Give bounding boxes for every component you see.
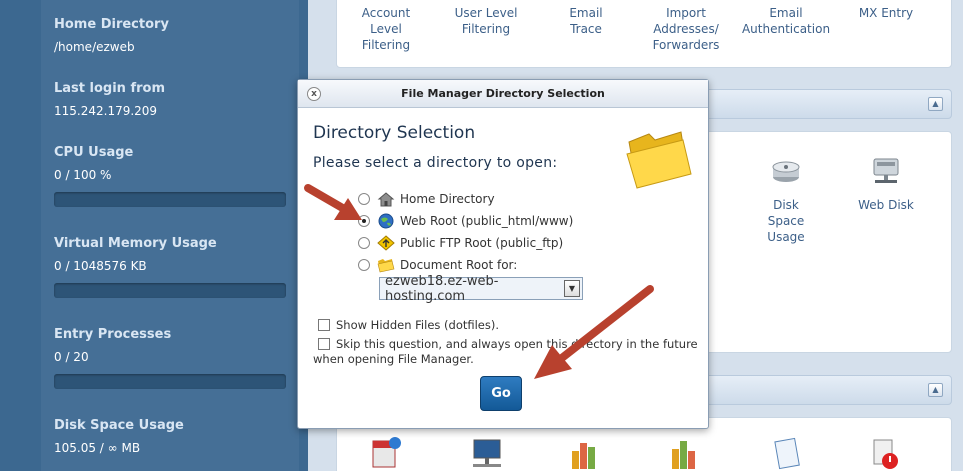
tool-user-level-filtering[interactable]: User Level Filtering (441, 5, 531, 37)
collapse-icon[interactable]: ▲ (928, 383, 943, 397)
tool-label: Authentication (741, 22, 831, 36)
close-icon[interactable]: x (307, 87, 321, 101)
ftp-icon (377, 235, 395, 251)
go-button[interactable]: Go (480, 376, 522, 411)
home-icon (377, 192, 395, 207)
stat-cpu-usage: CPU Usage 0 / 100 % (54, 145, 286, 207)
usage-bar (54, 374, 286, 389)
tool-label: Email (769, 6, 803, 20)
stat-last-login: Last login from 115.242.179.209 (54, 81, 286, 118)
stat-label: Entry Processes (54, 327, 172, 342)
collapse-icon[interactable]: ▲ (928, 97, 943, 111)
option-home-directory[interactable]: Home Directory (358, 190, 495, 208)
skip-question-checkbox[interactable] (318, 338, 330, 350)
skip-question-label-cont: when opening File Manager. (313, 352, 474, 366)
option-label: Public FTP Root (public_ftp) (400, 236, 564, 250)
stat-label: CPU Usage (54, 145, 134, 160)
bar-chart-icon[interactable] (568, 437, 602, 471)
skip-question-checkbox-row[interactable]: Skip this question, and always open this… (313, 337, 698, 367)
chevron-down-icon[interactable]: ▼ (564, 280, 580, 297)
tool-label: Import (666, 6, 706, 20)
tool-label: Email (569, 6, 603, 20)
dialog-prompt: Please select a directory to open: (313, 155, 558, 171)
sidebar: Home Directory /home/ezweb Last login fr… (0, 0, 308, 471)
usage-bar (54, 192, 286, 207)
tool-label: Filtering (361, 38, 411, 52)
stat-value: 0 / 20 (54, 350, 89, 364)
tool-mx-entry[interactable]: MX Entry (841, 5, 931, 21)
tool-web-disk[interactable]: Web Disk (841, 153, 931, 213)
globe-icon (378, 213, 394, 229)
error-page-icon[interactable] (868, 437, 902, 471)
option-label: Home Directory (400, 192, 495, 206)
stat-label: Disk Space Usage (54, 418, 184, 433)
option-label: Document Root for: (400, 258, 518, 272)
tool-label: Level (370, 22, 402, 36)
option-web-root[interactable]: Web Root (public_html/www) (358, 212, 573, 230)
option-document-root[interactable]: Document Root for: (358, 256, 517, 274)
stat-value: 0 / 1048576 KB (54, 259, 147, 273)
option-public-ftp[interactable]: Public FTP Root (public_ftp) (358, 234, 563, 252)
calendar-info-icon[interactable] (370, 435, 402, 471)
tool-label: Usage (767, 230, 805, 244)
radio-public-ftp[interactable] (358, 237, 370, 249)
stat-value: /home/ezweb (54, 40, 135, 54)
show-hidden-checkbox[interactable] (318, 319, 330, 331)
tool-label: Space (767, 214, 805, 228)
stat-entry-processes: Entry Processes 0 / 20 (54, 327, 286, 389)
dialog-title: File Manager Directory Selection (401, 87, 605, 100)
show-hidden-checkbox-row[interactable]: Show Hidden Files (dotfiles). (318, 318, 499, 333)
domain-select-value: ezweb18.ez-web-hosting.com (385, 273, 499, 304)
dialog-title-bar: x File Manager Directory Selection (298, 80, 708, 108)
folder-icon (626, 131, 692, 189)
tool-email-trace[interactable]: Email Trace (541, 5, 631, 37)
stat-label: Virtual Memory Usage (54, 236, 217, 251)
stat-virtual-memory: Virtual Memory Usage 0 / 1048576 KB (54, 236, 286, 298)
stat-value: 0 / 100 % (54, 168, 112, 182)
tool-label: Web Disk (858, 198, 914, 212)
stat-label: Home Directory (54, 17, 169, 32)
radio-document-root[interactable] (358, 259, 370, 271)
tool-label: MX Entry (858, 6, 914, 20)
file-manager-dialog: x File Manager Directory Selection Direc… (297, 79, 709, 429)
disk-icon (772, 161, 800, 182)
tool-label: Account (361, 6, 411, 20)
usage-bar (54, 283, 286, 298)
stat-home-directory: Home Directory /home/ezweb (54, 17, 286, 54)
stats-panel: Home Directory /home/ezweb Last login fr… (41, 0, 299, 471)
tool-label: Disk (773, 198, 799, 212)
stats-chart-icon[interactable] (668, 437, 702, 471)
stat-label: Last login from (54, 81, 166, 96)
folder-icon (377, 259, 395, 273)
stat-disk-space: Disk Space Usage 105.05 / ∞ MB (54, 418, 286, 455)
document-icon[interactable] (770, 437, 804, 471)
radio-home-directory[interactable] (358, 193, 370, 205)
show-hidden-label: Show Hidden Files (dotfiles). (336, 318, 500, 332)
network-icon[interactable] (470, 437, 504, 471)
tool-label: Forwarders (652, 38, 720, 52)
tool-label: Addresses/ (653, 22, 719, 36)
stat-value: 115.242.179.209 (54, 104, 158, 118)
tool-disk-space-usage[interactable]: Disk Space Usage (741, 153, 831, 245)
tool-email-authentication[interactable]: Email Authentication (741, 5, 831, 37)
tool-account-level-filtering[interactable]: Account Level Filtering (341, 5, 431, 53)
radio-web-root[interactable] (358, 215, 370, 227)
option-label: Web Root (public_html/www) (400, 214, 574, 228)
stat-value: 105.05 / ∞ MB (54, 441, 141, 455)
dialog-heading: Directory Selection (313, 123, 476, 143)
skip-question-label: Skip this question, and always open this… (336, 337, 698, 351)
tool-label: Trace (570, 22, 602, 36)
tool-label: Filtering (461, 22, 511, 36)
domain-select[interactable]: ezweb18.ez-web-hosting.com ▼ (379, 274, 583, 304)
tool-import-addresses[interactable]: Import Addresses/ Forwarders (641, 5, 731, 53)
tool-label: User Level (454, 6, 518, 20)
web-disk-icon (873, 158, 899, 183)
